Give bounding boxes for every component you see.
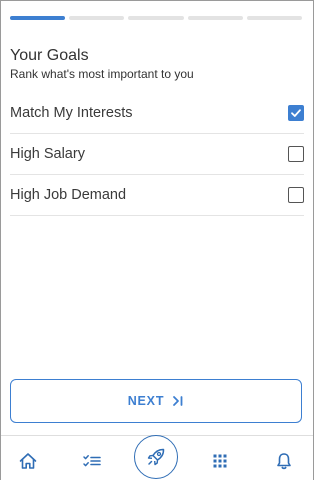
progress-step-4	[187, 16, 243, 20]
apps-grid-icon	[213, 454, 227, 468]
bottom-nav	[1, 435, 313, 480]
goal-option-match-interests[interactable]: Match My Interests	[10, 93, 304, 134]
rocket-icon	[147, 448, 165, 466]
goal-option-label: High Job Demand	[10, 187, 127, 203]
checkbox-checked[interactable]	[288, 105, 304, 121]
checkmark-icon	[291, 109, 301, 117]
progress-step-5	[246, 16, 303, 20]
goal-options-list: Match My Interests High Salary High Job …	[1, 93, 313, 216]
nav-checklist[interactable]	[81, 450, 103, 472]
page-title: Your Goals	[10, 47, 89, 64]
app-frame: Your Goals Rank what's most important to…	[0, 0, 314, 480]
checkbox-unchecked[interactable]	[288, 187, 304, 203]
nav-home[interactable]	[17, 450, 39, 472]
nav-apps[interactable]	[209, 450, 231, 472]
goal-option-high-salary[interactable]: High Salary	[10, 134, 304, 175]
next-button-label: NEXT	[127, 394, 165, 408]
checkbox-unchecked[interactable]	[288, 146, 304, 162]
checklist-icon	[83, 455, 101, 467]
progress-steps	[10, 16, 303, 21]
progress-step-3	[128, 16, 184, 20]
nav-rocket[interactable]	[134, 435, 178, 479]
page-subtitle: Rank what's most important to you	[10, 67, 194, 81]
progress-step-2	[69, 16, 125, 20]
skip-next-icon	[173, 396, 183, 406]
goal-option-label: High Salary	[10, 146, 85, 162]
goal-option-label: Match My Interests	[10, 105, 133, 121]
next-button[interactable]: NEXT	[10, 379, 302, 423]
goal-option-high-job-demand[interactable]: High Job Demand	[10, 175, 304, 216]
bell-icon	[277, 453, 291, 470]
nav-notifications[interactable]	[273, 450, 295, 472]
home-icon	[19, 453, 37, 469]
progress-step-1	[10, 16, 66, 20]
